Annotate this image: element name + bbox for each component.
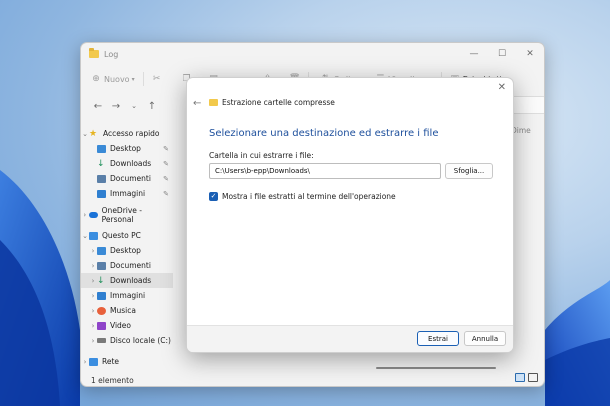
sidebar-item-pc-desktop[interactable]: › Desktop <box>81 243 173 258</box>
dialog-heading: Selezionare una destinazione ed estrarre… <box>209 128 439 139</box>
cloud-icon <box>88 211 98 218</box>
status-item-count: 1 elemento <box>91 376 134 385</box>
sidebar-item-quick-access[interactable]: ⌄ ★ Accesso rapido <box>81 126 173 141</box>
sidebar-item-pc-pictures[interactable]: › Immagini <box>81 288 173 303</box>
sidebar-item-documents[interactable]: Documenti ✎ <box>81 171 173 186</box>
dialog-title-text: Estrazione cartelle compresse <box>222 98 335 107</box>
sidebar-item-label: Desktop <box>110 144 141 153</box>
document-icon <box>97 261 106 270</box>
chevron-right-icon: › <box>91 246 95 255</box>
navigation-pane: ⌄ ★ Accesso rapido Desktop ✎ ↓ Downloads… <box>81 125 173 370</box>
toolbar-divider <box>142 72 144 86</box>
back-arrow-icon[interactable]: ← <box>89 101 107 112</box>
chevron-right-icon: › <box>91 336 95 345</box>
up-arrow-icon[interactable]: ↑ <box>143 101 161 112</box>
explorer-titlebar: Log — ☐ ✕ <box>81 43 544 65</box>
sidebar-item-label: Documenti <box>110 174 151 183</box>
new-label: Nuovo <box>104 74 130 84</box>
star-icon: ★ <box>89 128 98 139</box>
destination-path-input[interactable] <box>209 163 441 179</box>
chevron-right-icon: › <box>91 291 95 300</box>
dialog-footer: Estrai Annulla <box>187 325 513 352</box>
sidebar-item-onedrive[interactable]: › OneDrive - Personal <box>81 205 173 224</box>
browse-button[interactable]: Sfoglia... <box>445 163 493 179</box>
drive-icon <box>97 338 106 343</box>
window-controls: — ☐ ✕ <box>460 43 544 65</box>
chevron-down-icon: ⌄ <box>82 231 88 240</box>
chevron-down-icon: ⌄ <box>82 129 88 138</box>
sidebar-item-pc-documents[interactable]: › Documenti <box>81 258 173 273</box>
cut-icon[interactable]: ✂ <box>152 74 162 84</box>
sidebar-item-downloads[interactable]: ↓ Downloads ✎ <box>81 156 173 171</box>
pin-icon[interactable]: ✎ <box>163 190 169 198</box>
sidebar-item-label: Downloads <box>110 276 152 285</box>
sidebar-item-label: Accesso rapido <box>103 129 160 138</box>
sidebar-item-network[interactable]: › Rete <box>81 354 173 369</box>
sidebar-item-label: Documenti <box>110 261 151 270</box>
pin-icon[interactable]: ✎ <box>163 145 169 153</box>
maximize-button[interactable]: ☐ <box>488 43 516 65</box>
sidebar-item-pc-local-disk[interactable]: › Disco locale (C:) <box>81 333 173 348</box>
picture-icon <box>97 189 106 198</box>
sidebar-item-label: Rete <box>102 357 120 366</box>
view-switcher <box>515 373 538 382</box>
picture-icon <box>97 291 106 300</box>
sidebar-item-pc-downloads[interactable]: › ↓ Downloads <box>81 273 173 288</box>
cancel-button[interactable]: Annulla <box>464 331 506 346</box>
sidebar-item-label: Immagini <box>110 291 146 300</box>
sidebar-item-label: Musica <box>110 306 136 315</box>
desktop-icon <box>97 144 106 153</box>
download-icon: ↓ <box>97 275 105 286</box>
sidebar-item-label: Immagini <box>110 189 146 198</box>
minimize-button[interactable]: — <box>460 43 488 65</box>
extract-dialog: ✕ ← Estrazione cartelle compresse Selezi… <box>186 77 514 353</box>
video-icon <box>97 321 106 330</box>
zip-folder-icon <box>209 99 218 106</box>
chevron-right-icon: › <box>91 321 95 330</box>
chevron-right-icon: › <box>91 306 95 315</box>
document-icon <box>97 174 106 183</box>
network-icon <box>89 357 98 366</box>
details-view-icon[interactable] <box>515 373 525 382</box>
sidebar-item-pc-video[interactable]: › Video <box>81 318 173 333</box>
folder-icon <box>89 48 99 58</box>
dialog-title: Estrazione cartelle compresse <box>209 98 335 107</box>
checkbox-checked-icon[interactable]: ✓ <box>209 192 218 201</box>
pin-icon[interactable]: ✎ <box>163 160 169 168</box>
chevron-down-icon: ▾ <box>131 75 135 83</box>
forward-arrow-icon[interactable]: → <box>107 101 125 112</box>
sidebar-item-label: Questo PC <box>102 231 141 240</box>
close-button[interactable]: ✕ <box>516 43 544 65</box>
chevron-right-icon: › <box>83 357 87 366</box>
sidebar-item-desktop[interactable]: Desktop ✎ <box>81 141 173 156</box>
chevron-right-icon: › <box>91 276 95 285</box>
sidebar-item-this-pc[interactable]: ⌄ Questo PC <box>81 228 173 243</box>
plus-circle-icon: ⊕ <box>92 74 100 84</box>
sidebar-item-pc-music[interactable]: › Musica <box>81 303 173 318</box>
checkbox-label: Mostra i file estratti al termine dell'o… <box>222 192 396 201</box>
extract-button[interactable]: Estrai <box>417 331 459 346</box>
chevron-right-icon: › <box>83 210 87 219</box>
chevron-right-icon: › <box>91 261 95 270</box>
download-icon: ↓ <box>97 158 105 169</box>
destination-label: Cartella in cui estrarre i file: <box>209 151 314 160</box>
computer-icon <box>89 231 98 240</box>
sidebar-item-label: Desktop <box>110 246 141 255</box>
tiles-view-icon[interactable] <box>528 373 538 382</box>
music-icon <box>97 306 106 315</box>
sidebar-item-label: OneDrive - Personal <box>101 205 143 224</box>
pin-icon[interactable]: ✎ <box>163 175 169 183</box>
back-arrow-icon[interactable]: ← <box>193 98 201 109</box>
sidebar-item-label: Video <box>110 321 132 330</box>
sidebar-item-pictures[interactable]: Immagini ✎ <box>81 186 173 201</box>
window-title: Log <box>104 49 119 59</box>
sidebar-item-label: Disco locale (C:) <box>110 336 171 345</box>
chevron-down-icon[interactable]: ⌄ <box>125 102 143 110</box>
horizontal-scrollbar[interactable] <box>376 367 496 369</box>
close-icon[interactable]: ✕ <box>498 82 506 93</box>
sidebar-item-label: Downloads <box>110 159 152 168</box>
desktop-icon <box>97 246 106 255</box>
new-button[interactable]: ⊕ Nuovo ▾ <box>91 74 135 84</box>
show-files-checkbox[interactable]: ✓ Mostra i file estratti al termine dell… <box>209 192 396 201</box>
